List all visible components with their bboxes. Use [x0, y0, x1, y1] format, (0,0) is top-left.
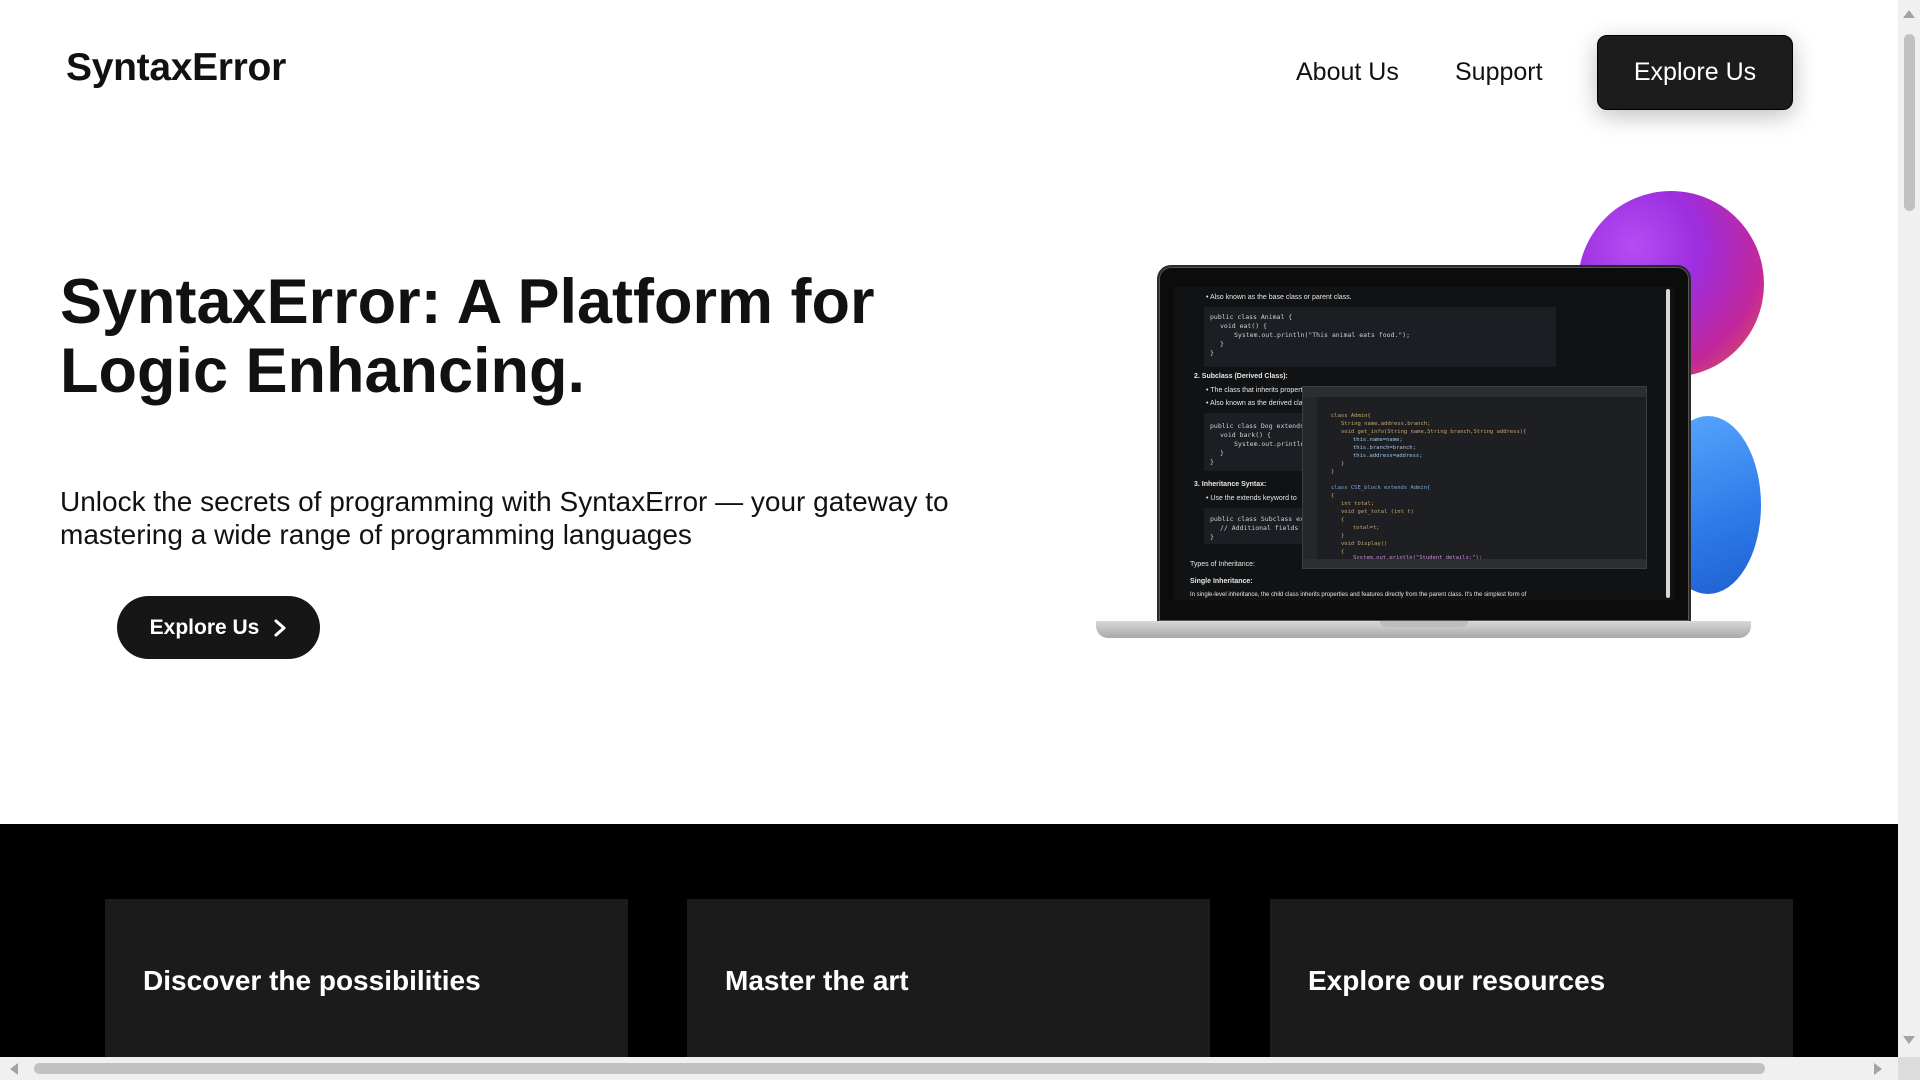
doc-line: }: [1220, 449, 1224, 457]
doc-line: In single-level inheritance, the child c…: [1190, 592, 1527, 598]
nav-about-us[interactable]: About Us: [1296, 58, 1399, 87]
editor-line: void get_info(String name,String branch,…: [1341, 429, 1527, 435]
doc-line: public class Dog extends A: [1210, 422, 1312, 430]
editor-line: this.name=name;: [1353, 437, 1403, 443]
doc-line: public class Subclass exte: [1210, 515, 1312, 523]
hero-title: SyntaxError: A Platform for Logic Enhanc…: [60, 267, 875, 406]
laptop-screen: • Also known as the base class or parent…: [1174, 287, 1674, 600]
editor-line: }: [1341, 461, 1345, 467]
doc-line: • The class that inherits properti: [1206, 387, 1305, 394]
editor-line: int total;: [1341, 501, 1375, 507]
editor-titlebar: [1303, 387, 1646, 397]
doc-line: }: [1210, 458, 1214, 466]
vertical-scroll-thumb[interactable]: [1904, 34, 1915, 211]
horizontal-scroll-thumb[interactable]: [34, 1063, 1765, 1074]
doc-line: • Also known as the derived clas: [1206, 400, 1307, 407]
editor-line: }: [1331, 469, 1335, 475]
doc-line: void bark() {: [1220, 431, 1271, 439]
doc-line: public class Animal {: [1210, 313, 1293, 321]
feature-card-discover[interactable]: Discover the possibilities: [105, 899, 628, 1057]
editor-line: class Admin{: [1331, 413, 1371, 419]
doc-line: }: [1210, 533, 1214, 541]
horizontal-scrollbar[interactable]: [0, 1057, 1898, 1080]
editor-line: this.address=address;: [1353, 453, 1423, 459]
code-editor-window: class Admin{ String name,address,branch;…: [1302, 386, 1647, 569]
chevron-right-icon: [274, 619, 286, 636]
editor-line: {: [1341, 549, 1345, 555]
doc-line: Types of Inheritance:: [1190, 561, 1255, 568]
editor-line: this.branch=branch;: [1353, 445, 1416, 451]
editor-line: {: [1331, 493, 1335, 499]
header-explore-button[interactable]: Explore Us: [1597, 35, 1793, 110]
doc-line: • Also known as the base class or parent…: [1206, 294, 1352, 301]
scroll-down-arrow-icon[interactable]: [1903, 1036, 1915, 1044]
page-viewport: SyntaxError About Us Support Explore Us …: [0, 0, 1898, 1057]
feature-card-title: Explore our resources: [1308, 965, 1606, 996]
editor-line: String name,address,branch;: [1341, 421, 1431, 427]
laptop-notch: [1380, 621, 1468, 627]
editor-line: }: [1341, 533, 1345, 539]
editor-statusbar: [1303, 559, 1646, 568]
feature-card-title: Discover the possibilities: [143, 965, 481, 996]
editor-line: {: [1341, 517, 1345, 523]
hero-explore-label: Explore Us: [149, 615, 260, 639]
doc-line: 2. Subclass (Derived Class):: [1194, 373, 1288, 380]
editor-line: class CSE_block extends Admin{: [1331, 485, 1431, 491]
hero-explore-button[interactable]: Explore Us: [117, 596, 320, 659]
screen-scrollbar: [1666, 289, 1670, 598]
scroll-right-arrow-icon[interactable]: [1874, 1063, 1882, 1075]
hero-subtitle: Unlock the secrets of programming with S…: [60, 486, 949, 550]
doc-line: • Use the extends keyword to: [1206, 495, 1297, 502]
scrollbar-corner: [1898, 1057, 1920, 1080]
brand-logo[interactable]: SyntaxError: [66, 46, 286, 90]
doc-line: System.out.println("This animal eats foo…: [1234, 331, 1411, 339]
doc-line: System.out.println: [1234, 440, 1305, 448]
feature-card-resources[interactable]: Explore our resources: [1270, 899, 1793, 1057]
doc-line: // Additional fields a: [1220, 524, 1307, 532]
editor-activity-bar: [1303, 397, 1317, 561]
scroll-left-arrow-icon[interactable]: [10, 1063, 18, 1075]
doc-line: Single Inheritance:: [1190, 578, 1253, 585]
editor-line: total=t;: [1353, 525, 1380, 531]
nav-support[interactable]: Support: [1455, 58, 1543, 87]
doc-line: }: [1210, 349, 1214, 357]
vertical-scrollbar[interactable]: [1898, 0, 1920, 1057]
doc-line: 3. Inheritance Syntax:: [1194, 481, 1267, 488]
scroll-up-arrow-icon[interactable]: [1903, 10, 1915, 18]
feature-card-master[interactable]: Master the art: [687, 899, 1210, 1057]
editor-line: void get_total (int t): [1341, 509, 1414, 515]
editor-line: void Display(): [1341, 541, 1388, 547]
doc-line: void eat() {: [1220, 322, 1267, 330]
feature-card-title: Master the art: [725, 965, 909, 996]
doc-line: }: [1220, 340, 1224, 348]
